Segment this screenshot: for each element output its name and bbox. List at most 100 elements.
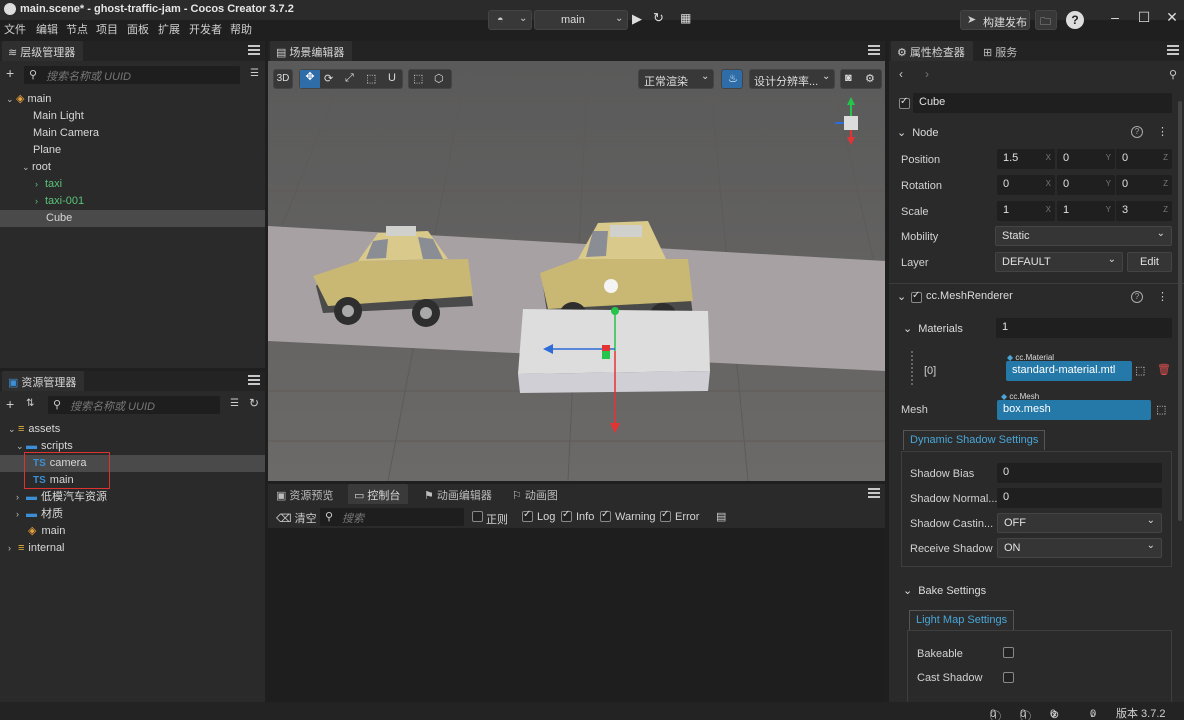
shadow-casting-select[interactable]: OFF ⌄ (997, 513, 1162, 533)
build-publish-button[interactable]: ➤ 构建发布 (960, 10, 1030, 30)
position-z-input[interactable]: 0Z (1116, 149, 1172, 169)
tab-console[interactable]: ▭ 控制台 (348, 484, 409, 504)
hierarchy-search-input[interactable]: ⚲ 搜索名称或 UUID (24, 66, 240, 84)
panel-menu-icon[interactable] (248, 375, 260, 385)
copy-icon[interactable]: ▤ (716, 510, 726, 523)
panel-menu-icon[interactable] (868, 45, 880, 55)
trash-icon[interactable]: 🗑 (1157, 363, 1171, 376)
asset-folder-car-models[interactable]: › ▬ 低模汽车资源 (0, 489, 265, 506)
bake-settings-header[interactable]: ⌄ Bake Settings (903, 584, 986, 597)
rotation-x-input[interactable]: 0X (997, 175, 1055, 195)
menu-help[interactable]: 帮助 (230, 21, 252, 37)
panel-menu-icon[interactable] (248, 45, 260, 55)
platform-select[interactable]: ◓ ⌄ (488, 10, 532, 30)
tab-hierarchy[interactable]: ≋ 层级管理器 (2, 41, 84, 61)
menu-developer[interactable]: 开发者 (189, 21, 222, 37)
tab-animation-graph[interactable]: ⚐ 动画图 (506, 484, 566, 504)
maximize-button[interactable]: ☐ (1133, 6, 1155, 28)
close-window-button[interactable]: ✕ (1161, 6, 1183, 28)
assets-search-input[interactable]: ⚲ 搜索名称或 UUID (48, 396, 220, 414)
back-icon[interactable]: ‹ (899, 67, 903, 81)
info-checkbox[interactable] (561, 509, 572, 522)
shadow-bias-input[interactable]: 0 (997, 463, 1162, 483)
console-search-input[interactable]: ⚲ 搜索 (320, 508, 464, 526)
mesh-renderer-enabled-checkbox[interactable] (911, 290, 922, 303)
move-tool-icon[interactable]: ✥ (300, 70, 320, 88)
asset-scene-main[interactable]: ◈ main (0, 523, 265, 540)
tab-assets[interactable]: ▣ 资源管理器 (2, 371, 85, 391)
scene-viewport[interactable] (268, 61, 885, 481)
toggle-3d-button[interactable]: 3D (273, 69, 293, 89)
warning-checkbox[interactable] (600, 509, 611, 522)
menu-file[interactable]: 文件 (4, 21, 26, 37)
pin-icon[interactable]: ⚲ (1169, 68, 1177, 81)
node-name-input[interactable]: Cube (913, 93, 1172, 113)
tab-services[interactable]: ⊞ 服务 (977, 41, 1025, 61)
refresh-icon[interactable]: ↻ (249, 396, 259, 410)
layer-select[interactable]: DEFAULT ⌄ (995, 252, 1123, 272)
help-icon[interactable]: ? (1066, 11, 1084, 29)
menu-edit[interactable]: 编辑 (36, 21, 58, 37)
tab-asset-preview[interactable]: ▣ 资源预览 (270, 484, 341, 504)
mobility-select[interactable]: Static ⌄ (995, 226, 1172, 246)
menu-extension[interactable]: 扩展 (158, 21, 180, 37)
scale-x-input[interactable]: 1X (997, 201, 1055, 221)
add-icon[interactable]: + (6, 65, 14, 81)
render-mode-select[interactable]: 正常渲染 ⌄ (638, 69, 714, 89)
clear-console-button[interactable]: ⌫ 清空 (276, 510, 317, 526)
position-y-input[interactable]: 0Y (1057, 149, 1115, 169)
regex-checkbox[interactable] (472, 511, 483, 522)
tab-animation-editor[interactable]: ⚑ 动画编辑器 (418, 484, 500, 504)
minimize-button[interactable]: – (1104, 6, 1126, 28)
lighting-toggle[interactable]: ♨ (721, 69, 743, 89)
more-icon[interactable]: ⋮ (1157, 290, 1168, 303)
cast-shadow-checkbox[interactable] (1003, 672, 1014, 683)
materials-count-input[interactable]: 1 (996, 318, 1172, 338)
add-icon[interactable]: + (6, 396, 14, 412)
scale-y-input[interactable]: 1Y (1057, 201, 1115, 221)
scene-select[interactable]: main ⌄ (534, 10, 628, 30)
tree-node-main[interactable]: ⌄ ◈ main (0, 91, 265, 108)
help-icon[interactable]: ? (1131, 291, 1143, 303)
panel-menu-icon[interactable] (868, 488, 880, 498)
rotation-z-input[interactable]: 0Z (1116, 175, 1172, 195)
menu-project[interactable]: 项目 (96, 21, 118, 37)
panel-menu-icon[interactable] (1167, 45, 1179, 55)
bakeable-checkbox[interactable] (1003, 647, 1014, 658)
dynamic-shadow-tab[interactable]: Dynamic Shadow Settings (903, 430, 1046, 450)
cube-view-icon[interactable]: ⬡ (434, 72, 444, 85)
receive-shadow-select[interactable]: ON ⌄ (997, 538, 1162, 558)
menu-node[interactable]: 节点 (66, 21, 88, 37)
rotation-y-input[interactable]: 0Y (1057, 175, 1115, 195)
tab-scene-editor[interactable]: ▤ 场景编辑器 (270, 41, 353, 61)
play-icon[interactable]: ▶ (632, 11, 642, 27)
log-checkbox[interactable] (522, 509, 533, 522)
asset-folder-internal[interactable]: › ≡ internal (0, 540, 265, 557)
help-icon[interactable]: ? (1131, 126, 1143, 138)
mesh-asset-field[interactable]: box.mesh (997, 400, 1151, 420)
resolution-select[interactable]: 设计分辨率... ⌄ (749, 69, 835, 89)
tree-node-plane[interactable]: Plane (0, 142, 265, 159)
open-folder-button[interactable]: 🗀 (1035, 10, 1057, 30)
snap-tool-icon[interactable]: U (388, 72, 396, 84)
node-active-checkbox[interactable] (899, 96, 910, 109)
tree-node-root[interactable]: ⌄ root (0, 159, 265, 176)
position-x-input[interactable]: 1.5 X (997, 149, 1055, 169)
drag-handle[interactable] (911, 351, 915, 385)
frame-icon[interactable]: ⬚ (413, 72, 423, 85)
collapse-icon[interactable]: ☰ (230, 398, 239, 409)
error-checkbox[interactable] (660, 509, 671, 522)
tree-node-taxi-001[interactable]: › taxi-001 (0, 193, 265, 210)
tree-node-main-light[interactable]: Main Light (0, 108, 265, 125)
mesh-renderer-header[interactable]: ⌄ (897, 290, 910, 303)
sort-icon[interactable]: ☰ (250, 68, 259, 79)
layer-edit-button[interactable]: Edit (1127, 252, 1172, 272)
materials-header[interactable]: ⌄ Materials (903, 322, 963, 335)
rect-tool-icon[interactable]: ⬚ (366, 72, 376, 85)
forward-icon[interactable]: › (925, 67, 929, 81)
tree-node-main-camera[interactable]: Main Camera (0, 125, 265, 142)
refresh-icon[interactable]: ↻ (653, 10, 664, 26)
light-map-tab[interactable]: Light Map Settings (909, 610, 1015, 630)
scale-z-input[interactable]: 3Z (1116, 201, 1172, 221)
node-section-header[interactable]: ⌄ Node (897, 126, 939, 139)
